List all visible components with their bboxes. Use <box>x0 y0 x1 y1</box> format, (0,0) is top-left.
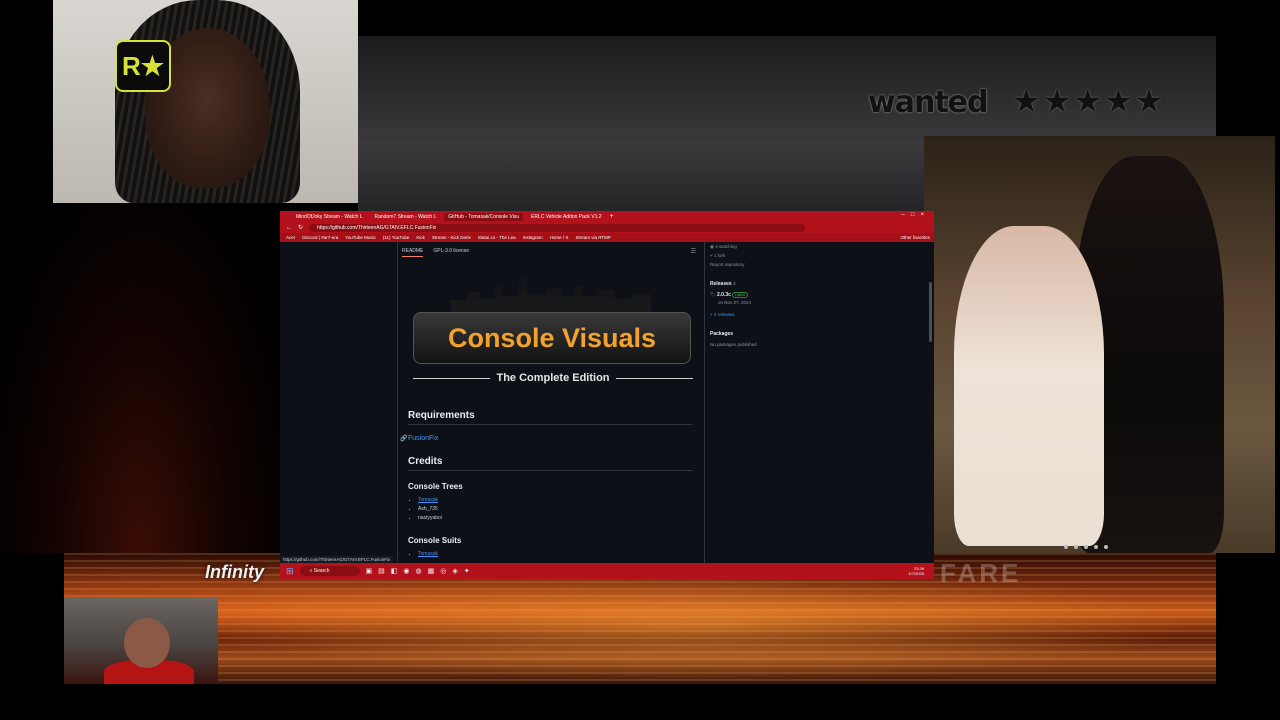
bookmark-item[interactable]: (11) YouTube <box>383 235 410 240</box>
bookmark-item[interactable]: Stream via RTMP <box>575 235 610 240</box>
status-url: https://github.com/ThirteenAG/GTAIV.EFLC… <box>280 556 394 563</box>
overlay-left-shade <box>0 203 280 553</box>
list-item: Ash_735 <box>418 505 442 514</box>
system-clock[interactable]: 23:39 1/7/2025 <box>908 566 924 576</box>
tab-license[interactable]: GPL-3.0 license <box>433 248 469 257</box>
bookmark-item[interactable]: Acer <box>286 235 295 240</box>
browser-tab[interactable]: Random7 Stream - Watch L <box>371 213 441 221</box>
banner-title-box: Console Visuals <box>413 312 691 364</box>
taskbar-app-icon[interactable]: ◧ <box>391 567 398 575</box>
packages-heading[interactable]: Packages <box>710 331 733 337</box>
console-trees-list: Tomasak Ash_735 nastyyaboi <box>410 496 442 523</box>
more-releases-link[interactable]: + 2 releases <box>710 312 735 317</box>
browser-tab-bar: MindOfJoky Stream - Watch L Random7 Stre… <box>280 211 934 222</box>
webcam-feed <box>64 598 218 684</box>
bookmark-item[interactable]: Kick <box>416 235 425 240</box>
fusionfix-link[interactable]: FusionFix <box>408 435 438 442</box>
readme-panel: README GPL-3.0 license ☰ Console Visuals… <box>397 242 705 563</box>
readme-tabs: README GPL-3.0 license <box>402 248 469 257</box>
banner-title: Console Visuals <box>447 322 657 353</box>
link-anchor-icon[interactable]: 🔗 <box>400 435 407 442</box>
banner-subtitle: The Complete Edition <box>496 372 610 384</box>
taskbar-app-icon[interactable]: ▤ <box>378 567 385 575</box>
browser-tab[interactable]: MindOfJoky Stream - Watch L <box>292 213 367 221</box>
fork-count[interactable]: ⑂ 1 fork <box>710 253 725 258</box>
banner-subtitle-row: The Complete Edition <box>413 372 693 384</box>
bookmark-item[interactable]: Statui.co - The Lea <box>478 235 516 240</box>
webcam-person-face <box>124 618 170 668</box>
refresh-icon[interactable]: ↻ <box>298 224 303 231</box>
report-repository-link[interactable]: Report repository <box>710 262 745 267</box>
street-photo <box>924 136 1275 553</box>
bookmark-item[interactable]: Discord | #ar7-era <box>302 235 338 240</box>
taskbar-app-icon[interactable]: ◎ <box>440 567 446 575</box>
page-scrollbar[interactable] <box>929 282 932 342</box>
taskbar-search[interactable]: ⌕ Search <box>299 566 360 576</box>
list-item[interactable]: Tomasak <box>418 496 442 505</box>
bookmark-item[interactable]: Home / X <box>550 235 569 240</box>
bookmark-item[interactable]: Instagram <box>523 235 543 240</box>
taskbar-app-icon[interactable]: ◉ <box>403 567 409 575</box>
latest-release[interactable]: 🏷 2.0.3c Latest <box>710 292 748 298</box>
latest-badge: Latest <box>732 292 748 298</box>
console-trees-heading: Console Trees <box>408 482 463 491</box>
taskbar-app-icon[interactable]: ◈ <box>452 567 457 575</box>
bookmark-item[interactable]: YouTube Music <box>345 235 376 240</box>
wanted-level-text: wanted <box>868 85 988 120</box>
windows-taskbar: ⊞ ⌕ Search ▣ ▤ ◧ ◉ ◍ ▦ ◎ ◈ ✦ 23:39 1/7/2… <box>280 563 934 579</box>
infinity-logo: Infinity <box>205 562 264 582</box>
browser-window: MindOfJoky Stream - Watch L Random7 Stre… <box>280 211 934 563</box>
tag-icon: 🏷 <box>710 292 716 297</box>
windows-start-icon[interactable]: ⊞ <box>286 566 294 577</box>
back-icon[interactable]: ← <box>286 225 292 231</box>
release-date: on Nov 27, 2024 <box>718 300 752 305</box>
browser-tab-active[interactable]: GitHub - Tomasak/Console Visu <box>444 212 523 221</box>
console-suits-heading: Console Suits <box>408 536 462 545</box>
console-suits-list: Tomasak <box>410 550 438 559</box>
mugshot-photo: R★ <box>53 0 358 203</box>
github-page: README GPL-3.0 license ☰ Console Visuals… <box>280 242 934 563</box>
list-item: nastyyaboi <box>418 514 442 523</box>
packages-text: No packages published <box>710 342 757 347</box>
readme-banner: Console Visuals The Complete Edition <box>411 272 693 392</box>
browser-address-bar: ← ↻ https://github.com/ThirteenAG/GTAIV.… <box>280 222 934 233</box>
bookmarks-bar: Acer Discord | #ar7-era YouTube Music (1… <box>280 233 934 242</box>
list-item[interactable]: Tomasak <box>418 550 438 559</box>
outline-icon[interactable]: ☰ <box>691 248 696 255</box>
photo-person-left <box>954 226 1104 546</box>
credits-heading: Credits <box>408 456 692 471</box>
taskbar-app-icon[interactable]: ▣ <box>366 567 373 575</box>
skyline-graphic <box>451 272 651 312</box>
releases-count: 3 <box>732 281 736 286</box>
fare-logo: FARE <box>940 558 1022 588</box>
new-tab-icon[interactable]: + <box>610 213 614 220</box>
carousel-dots <box>1064 545 1108 549</box>
other-favorites[interactable]: Other favorites <box>900 235 930 240</box>
rockstar-logo-icon: R★ <box>115 40 171 92</box>
releases-header[interactable]: Releases 3 <box>710 281 735 287</box>
window-controls-icon[interactable]: –□× <box>902 212 930 218</box>
watching-count[interactable]: ◉ 4 watching <box>710 244 737 250</box>
taskbar-app-icon[interactable]: ▦ <box>428 567 435 575</box>
wanted-stars-icon: ★★★★★ <box>1012 83 1166 119</box>
requirements-heading: Requirements <box>408 410 692 425</box>
taskbar-app-icon[interactable]: ✦ <box>464 567 470 575</box>
taskbar-app-icon[interactable]: ◍ <box>416 567 422 575</box>
url-input[interactable]: https://github.com/ThirteenAG/GTAIV.EFLC… <box>309 223 806 232</box>
tab-readme[interactable]: README <box>402 248 424 257</box>
bookmark-item[interactable]: Stream - Kick Deriv <box>432 235 471 240</box>
browser-tab[interactable]: ERLC Vehicle Addon Pack V1.2 <box>527 213 606 221</box>
